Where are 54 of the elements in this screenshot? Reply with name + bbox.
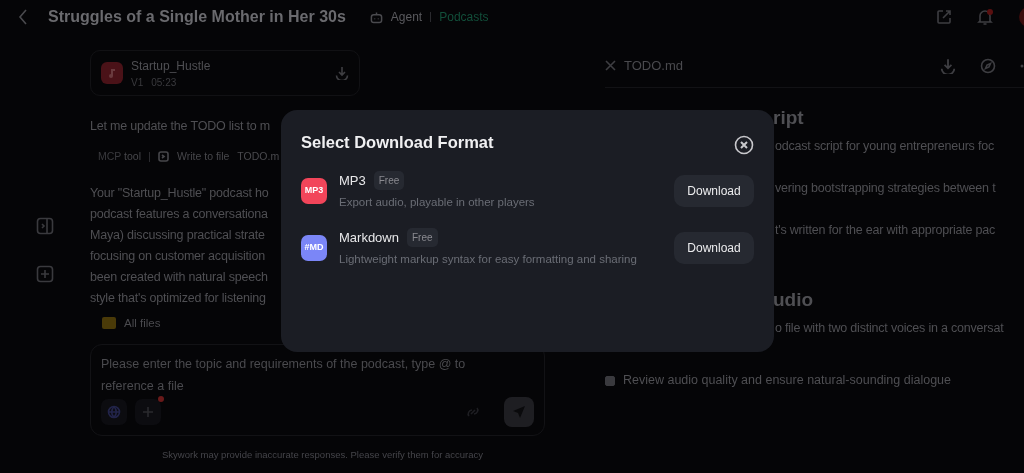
compass-icon[interactable] <box>980 57 996 74</box>
globe-icon <box>107 405 121 419</box>
download-icon[interactable] <box>940 57 956 74</box>
message-text: Your "Startup_Hustle" podcast ho <box>90 184 269 202</box>
format-name: MP3 <box>339 171 366 190</box>
message-text: been created with natural speech <box>90 268 268 286</box>
robot-icon <box>369 10 383 24</box>
document-text: o file with two distinct voices in a conversat <box>775 320 1005 337</box>
send-button[interactable] <box>504 397 534 427</box>
message-text: Maya) discussing practical strate <box>90 226 265 244</box>
globe-button[interactable] <box>101 399 127 425</box>
document-text: vering bootstrapping strategies between t <box>775 180 997 197</box>
bell-icon[interactable] <box>976 8 994 26</box>
file-name: TODO.m <box>237 149 280 164</box>
message-text: focusing on customer acquisition <box>90 247 265 265</box>
plus-icon <box>142 406 154 418</box>
task-text: Review audio quality and ensure natural-sounding dialogue <box>623 372 951 389</box>
document-text: odcast script for young entrepreneurs foc <box>775 138 995 155</box>
format-icon: #MD <box>301 234 327 261</box>
section-heading: udio <box>773 288 815 312</box>
add-button[interactable] <box>135 399 161 425</box>
message-text: Let me update the TODO list to m <box>90 118 271 135</box>
tool-action: Write to file <box>177 149 230 164</box>
task-checkbox[interactable] <box>605 375 615 386</box>
format-name: Markdown <box>339 228 399 247</box>
free-badge: Free <box>406 227 438 247</box>
share-icon[interactable] <box>936 9 952 25</box>
document-text: t's written for the ear with appropriate pac <box>775 222 997 239</box>
sidebar-toggle-icon[interactable] <box>36 217 54 235</box>
category-link[interactable]: Podcasts <box>439 8 489 26</box>
all-files-link[interactable]: All files <box>124 314 161 332</box>
format-description: Lightweight markup syntax for easy formatting and sharing <box>339 252 638 267</box>
folder-icon <box>102 317 116 330</box>
download-icon[interactable] <box>335 66 349 80</box>
close-icon[interactable] <box>605 60 616 71</box>
page-title: Struggles of a Single Mother in Her 30s <box>48 7 346 27</box>
terminal-icon <box>158 151 169 163</box>
download-button[interactable]: Download <box>674 175 754 208</box>
document-title: TODO.md <box>624 56 683 75</box>
message-text: podcast features a conversationa <box>90 205 268 223</box>
agent-label: Agent <box>390 9 423 26</box>
message-text: style that's optimized for listening <box>90 289 266 307</box>
format-description: Export audio, playable in other players <box>339 195 536 211</box>
link-icon[interactable] <box>466 405 480 419</box>
free-badge: Free <box>373 171 405 190</box>
dialog-title: Select Download Format <box>301 132 494 153</box>
download-button[interactable]: Download <box>674 231 754 264</box>
disclaimer-text: Skywork may provide inaccurate responses. Please verify them for accuracy <box>161 448 484 462</box>
add-icon[interactable] <box>36 265 54 283</box>
section-heading: ript <box>773 106 805 130</box>
format-icon: MP3 <box>301 178 327 205</box>
music-icon <box>101 62 123 84</box>
back-icon[interactable] <box>18 9 28 25</box>
audio-title: Startup_Hustle <box>131 57 212 75</box>
